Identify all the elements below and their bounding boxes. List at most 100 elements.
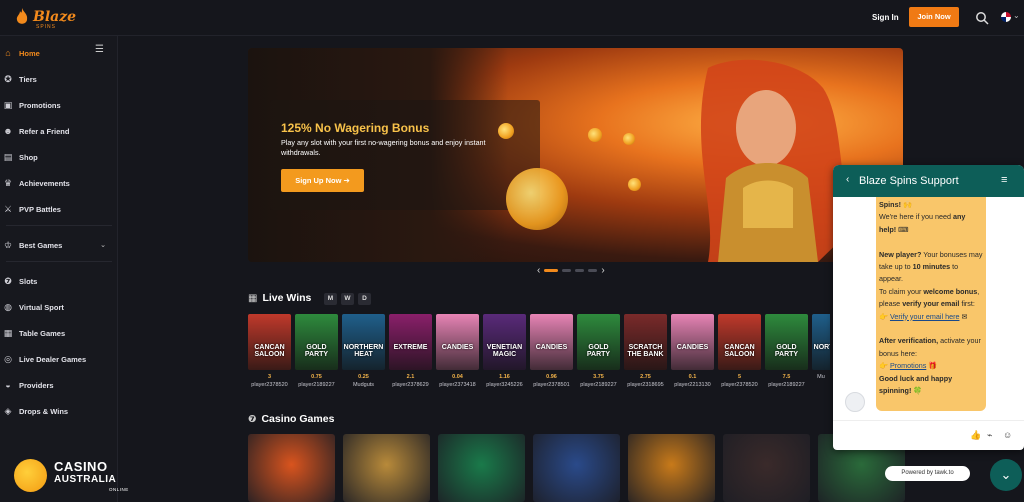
table-icon: ▦ bbox=[3, 328, 13, 338]
heroine-graphic bbox=[700, 59, 853, 262]
mail-emoji-icon: ✉ bbox=[961, 311, 968, 321]
game-thumbnail: GOLD PARTY bbox=[577, 314, 620, 370]
logo-text: ONLINE bbox=[109, 487, 129, 492]
msg-line: first: bbox=[959, 299, 975, 309]
sidebar-item-virtual-sport[interactable]: ◍ Virtual Sport bbox=[0, 297, 118, 317]
sidebar-item-tiers[interactable]: ✪ Tiers bbox=[0, 69, 118, 89]
live-win-card[interactable]: GOLD PARTY 0.75 player2189227 bbox=[295, 314, 338, 392]
chat-toggle-button[interactable]: ⌄ bbox=[990, 459, 1022, 491]
sidebar: ☰ ⌂ Home ✪ Tiers ▣ Promotions ☻ Refer a Frie… bbox=[0, 36, 118, 502]
chevron-down-icon: ⌄ bbox=[1000, 467, 1012, 482]
join-now-button[interactable]: Join Now bbox=[909, 7, 959, 27]
sidebar-item-home[interactable]: ⌂ Home bbox=[0, 43, 118, 63]
game-thumbnail: VENETIAN MAGIC bbox=[483, 314, 526, 370]
casino-game-card[interactable] bbox=[248, 434, 335, 502]
live-win-card[interactable]: CANCAN SALOON 3 player2378520 bbox=[248, 314, 291, 392]
live-win-card[interactable]: GOLD PARTY 7.5 player2189227 bbox=[765, 314, 808, 392]
sidebar-item-slots[interactable]: ❼ Slots bbox=[0, 271, 118, 291]
casino-game-card[interactable] bbox=[628, 434, 715, 502]
search-icon[interactable] bbox=[975, 11, 989, 25]
live-win-card[interactable]: GOLD PARTY 3.75 player2189227 bbox=[577, 314, 620, 392]
sidebar-item-table-games[interactable]: ▦ Table Games bbox=[0, 323, 118, 343]
live-win-card[interactable]: SCRATCH THE BANK 2.75 player2318695 bbox=[624, 314, 667, 392]
msg-line: welcome bonus bbox=[923, 286, 978, 296]
chevron-right-icon[interactable]: › bbox=[601, 265, 604, 276]
brand-name: Blaze bbox=[33, 9, 77, 25]
casino-game-card[interactable] bbox=[723, 434, 810, 502]
chevron-left-icon[interactable]: ‹ bbox=[846, 174, 849, 185]
filter-month-button[interactable]: M bbox=[324, 293, 337, 305]
live-win-card[interactable]: EXTREME 2.1 player2378629 bbox=[389, 314, 432, 392]
win-amount: 0.25 bbox=[358, 374, 369, 380]
sidebar-item-shop[interactable]: ▤ Shop bbox=[0, 147, 118, 167]
slots-icon: ❼ bbox=[248, 413, 257, 425]
coin-graphic bbox=[628, 178, 641, 191]
verify-email-link[interactable]: Verify your email here bbox=[890, 312, 960, 321]
game-title: CANDIES bbox=[676, 344, 709, 351]
game-thumbnail: CANDIES bbox=[671, 314, 714, 370]
trophy-icon: ♛ bbox=[3, 178, 13, 188]
thumbs-up-icon[interactable]: 👍 bbox=[970, 430, 981, 441]
agent-avatar bbox=[845, 392, 865, 412]
player-name: player2213130 bbox=[674, 382, 711, 388]
sidebar-item-live-dealer[interactable]: ◎ Live Dealer Games bbox=[0, 349, 118, 369]
emoji-icon[interactable]: ☺ bbox=[1003, 430, 1012, 440]
sign-up-now-button[interactable]: Sign Up Now ➔ bbox=[281, 169, 364, 192]
spinning-coin-graphic bbox=[506, 168, 568, 230]
live-win-card[interactable]: CANDIES 0.04 player2373418 bbox=[436, 314, 479, 392]
carousel-dot[interactable] bbox=[544, 269, 559, 272]
casino-game-card[interactable] bbox=[438, 434, 525, 502]
filter-day-button[interactable]: D bbox=[358, 293, 371, 305]
drops-icon: ◈ bbox=[4, 406, 12, 416]
provider-icon: ◒ bbox=[5, 380, 11, 390]
carousel-dot[interactable] bbox=[588, 269, 598, 272]
casino-game-card[interactable] bbox=[343, 434, 430, 502]
menu-icon[interactable]: ≡ bbox=[1001, 174, 1007, 186]
sidebar-item-drops-wins[interactable]: ◈ Drops & Wins bbox=[0, 401, 118, 421]
player-name: player2189227 bbox=[768, 382, 805, 388]
sidebar-item-achievements[interactable]: ♛ Achievements bbox=[0, 173, 118, 193]
player-name: Mu bbox=[817, 374, 825, 380]
blaze-logo[interactable]: Blaze SPINS bbox=[14, 7, 77, 30]
gift-icon: ▣ bbox=[3, 100, 13, 110]
chevron-down-icon[interactable]: ⌄ bbox=[1013, 11, 1020, 20]
win-amount: 2.75 bbox=[640, 374, 651, 380]
live-wins-icon: ▦ bbox=[248, 292, 258, 304]
promotions-link[interactable]: Promotions bbox=[890, 361, 926, 370]
sidebar-divider bbox=[6, 261, 112, 262]
banner-description: Play any slot with your first no-wagerin… bbox=[281, 138, 486, 157]
uk-flag-icon[interactable] bbox=[1001, 12, 1011, 22]
win-amount: 7.5 bbox=[782, 374, 791, 380]
chevron-left-icon[interactable]: ‹ bbox=[537, 265, 540, 276]
powered-by-badge[interactable]: Powered by tawk.to bbox=[885, 466, 970, 481]
sidebar-item-pvp[interactable]: ⚔ PVP Battles bbox=[0, 199, 118, 219]
sidebar-item-providers[interactable]: ◒ Providers bbox=[0, 375, 118, 395]
shop-icon: ▤ bbox=[3, 152, 13, 162]
live-win-card[interactable]: CANCAN SALOON 5 player2378520 bbox=[718, 314, 761, 392]
game-title: CANCAN SALOON bbox=[254, 344, 285, 358]
filter-week-button[interactable]: W bbox=[341, 293, 354, 305]
logo-text: CASINO bbox=[54, 459, 108, 474]
chat-header: ‹ Blaze Spins Support ≡ bbox=[833, 165, 1024, 197]
msg-line: To claim your bbox=[879, 286, 924, 296]
sign-in-link[interactable]: Sign In bbox=[872, 13, 899, 22]
carousel-dot[interactable] bbox=[562, 269, 572, 272]
game-title: GOLD PARTY bbox=[774, 344, 799, 358]
casino-game-card[interactable] bbox=[533, 434, 620, 502]
attachment-icon[interactable]: ⌁ bbox=[987, 430, 992, 441]
player-name: player2378629 bbox=[392, 382, 429, 388]
sidebar-item-best-games[interactable]: ♔ Best Games ⌄ bbox=[0, 235, 118, 255]
sidebar-item-refer[interactable]: ☻ Refer a Friend bbox=[0, 121, 118, 141]
game-title: NORTHERN bbox=[813, 344, 830, 351]
player-name: player2189227 bbox=[298, 382, 335, 388]
live-win-card[interactable]: NORTHERN Mu bbox=[812, 314, 830, 392]
live-win-card[interactable]: CANDIES 0.1 player2213130 bbox=[671, 314, 714, 392]
win-amount: 3.75 bbox=[593, 374, 604, 380]
live-win-card[interactable]: NORTHERN HEAT 0.25 Mudguts bbox=[342, 314, 385, 392]
live-wins-heading: ▦ Live Wins bbox=[248, 292, 312, 304]
keyboard-emoji-icon: ⌨ bbox=[898, 224, 909, 234]
carousel-dot[interactable] bbox=[575, 269, 585, 272]
sidebar-item-promotions[interactable]: ▣ Promotions bbox=[0, 95, 118, 115]
live-win-card[interactable]: CANDIES 0.96 player2378501 bbox=[530, 314, 573, 392]
live-win-card[interactable]: VENETIAN MAGIC 1.16 player3245226 bbox=[483, 314, 526, 392]
